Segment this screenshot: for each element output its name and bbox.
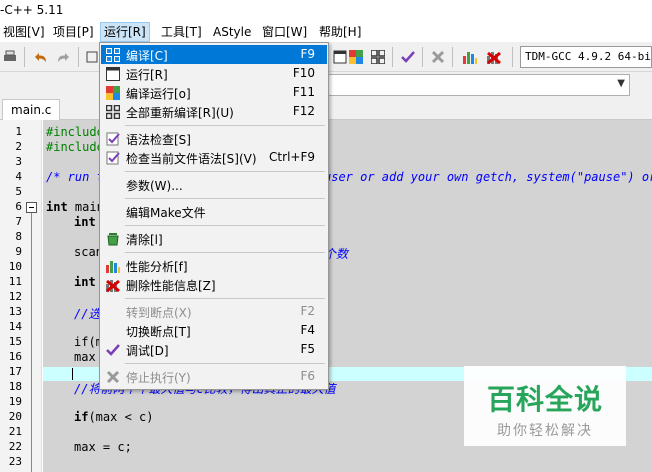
print-icon[interactable]	[0, 47, 20, 67]
line-number: 16	[8, 350, 22, 363]
line-number: 1	[15, 125, 22, 138]
chevron-down-icon: ▼	[617, 78, 625, 89]
run-menu-rebuild-all[interactable]: 全部重新编译[R](U) F12	[101, 102, 327, 121]
compile-run-tb-icon[interactable]	[346, 47, 366, 67]
watermark-logo: 百科全说 助你轻松解决	[464, 366, 626, 446]
delete-profile-tb-icon[interactable]	[484, 47, 504, 67]
code-line: #include	[46, 125, 104, 139]
menu-separator	[125, 125, 325, 126]
code-line: max = c;	[74, 440, 132, 454]
run-menu-run[interactable]: 运行[R] F10	[101, 64, 327, 83]
fold-toggle-icon[interactable]	[26, 202, 37, 213]
menu-help[interactable]: 帮助[H]	[316, 22, 364, 42]
line-number: 8	[15, 230, 22, 243]
run-menu-compile-run[interactable]: 编译运行[o] F11	[101, 83, 327, 102]
line-number: 19	[8, 395, 22, 408]
watermark-subtitle: 助你轻松解决	[497, 423, 593, 439]
run-menu-parameters[interactable]: 参数(W)...	[101, 175, 327, 194]
line-number: 6	[15, 200, 22, 213]
debug-check-icon	[105, 342, 121, 358]
line-number: 9	[15, 245, 22, 258]
line-number: 7	[15, 215, 22, 228]
redo-icon[interactable]	[54, 47, 74, 67]
title-bar: -C++ 5.11	[0, 0, 652, 22]
code-line: /* run t	[46, 170, 104, 184]
run-menu-delete-profile[interactable]: 删除性能信息[Z]	[101, 275, 327, 294]
run-menu-clean[interactable]: 清除[l]	[101, 229, 327, 248]
stop-icon	[105, 369, 121, 385]
line-number: 2	[15, 140, 22, 153]
run-menu-debug[interactable]: 调试[D] F5	[101, 340, 327, 359]
run-menu-toggle-breakpoint[interactable]: 切换断点[T] F4	[101, 321, 327, 340]
code-line: max	[74, 350, 96, 364]
run-menu-syntax-check-file[interactable]: 检查当前文件语法[S](V) Ctrl+F9	[101, 148, 327, 167]
code-line: int main	[46, 200, 104, 214]
run-menu-edit-makefile[interactable]: 编辑Make文件	[101, 202, 327, 221]
line-number: 3	[15, 155, 22, 168]
run-menu-goto-breakpoint: 转到断点(X) F2	[126, 304, 315, 320]
function-select[interactable]: ▼	[328, 74, 630, 96]
menu-separator	[125, 363, 325, 364]
menu-separator	[125, 225, 325, 226]
line-number: 4	[15, 170, 22, 183]
delete-profile-icon	[105, 277, 121, 293]
line-number: 17	[8, 365, 22, 378]
stop-tb-icon[interactable]	[428, 47, 448, 67]
line-number: 11	[8, 275, 22, 288]
compiler-select[interactable]: TDM-GCC 4.9.2 64-bit Release	[520, 46, 652, 68]
profile-icon	[105, 258, 121, 274]
menu-run[interactable]: 运行[R]	[100, 22, 150, 42]
tab-main-c[interactable]: main.c	[2, 99, 61, 120]
code-line: user or add your own getch, system("paus…	[324, 170, 652, 184]
run-menu-stop: 停止执行(Y) F6	[101, 367, 327, 386]
undo-icon[interactable]	[30, 47, 50, 67]
run-menu-syntax-check[interactable]: 语法检查[S]	[101, 129, 327, 148]
menu-view[interactable]: 视图[V]	[0, 22, 48, 42]
menu-project[interactable]: 项目[P]	[50, 22, 97, 42]
rebuild-tb-icon[interactable]	[368, 47, 388, 67]
line-gutter: 1 2 3 4 5 6 7 8 9 10 11 12 13 14 15 16 1…	[0, 120, 42, 472]
syntax-check-icon	[105, 131, 121, 147]
rebuild-all-icon	[105, 104, 121, 120]
line-number: 21	[8, 425, 22, 438]
line-number: 22	[8, 440, 22, 453]
code-line: if(max < c)	[74, 410, 154, 424]
menu-separator	[125, 171, 325, 172]
line-number: 12	[8, 290, 22, 303]
line-number: 13	[8, 305, 22, 318]
debug-tb-icon[interactable]	[398, 47, 418, 67]
text-caret	[72, 368, 73, 380]
fold-guide	[31, 213, 32, 472]
syntax-check-file-icon	[105, 150, 121, 166]
line-number: 15	[8, 335, 22, 348]
run-icon	[105, 66, 121, 82]
line-number: 14	[8, 320, 22, 333]
menu-tools[interactable]: 工具[T]	[158, 22, 205, 42]
line-number: 20	[8, 410, 22, 423]
clean-icon	[105, 231, 121, 247]
line-number: 23	[8, 455, 22, 468]
menu-window[interactable]: 窗口[W]	[259, 22, 310, 42]
run-menu-profile[interactable]: 性能分析[f]	[101, 256, 327, 275]
menu-astyle[interactable]: AStyle	[210, 22, 254, 42]
run-menu-dropdown: 编译[C] F9 运行[R] F10 编译运行[o] F11 全部重新编译[R]…	[99, 42, 329, 390]
compile-icon	[105, 47, 121, 63]
menu-separator	[125, 298, 325, 299]
run-menu-compile[interactable]: 编译[C] F9	[101, 45, 327, 64]
menu-separator	[125, 198, 325, 199]
line-number: 10	[8, 260, 22, 273]
code-line: int	[74, 215, 96, 229]
code-line: //选	[74, 307, 101, 321]
line-number: 5	[15, 185, 22, 198]
code-line: int	[74, 275, 96, 289]
menu-separator	[125, 252, 325, 253]
menu-bar: 视图[V] 项目[P] 运行[R] 工具[T] AStyle 窗口[W] 帮助[…	[0, 22, 652, 42]
code-line: #include	[46, 140, 104, 154]
window-title: -C++ 5.11	[0, 3, 64, 17]
compile-run-icon	[105, 85, 121, 101]
profile-tb-icon[interactable]	[460, 47, 480, 67]
line-number: 18	[8, 380, 22, 393]
watermark-title: 百科全说	[486, 383, 603, 416]
